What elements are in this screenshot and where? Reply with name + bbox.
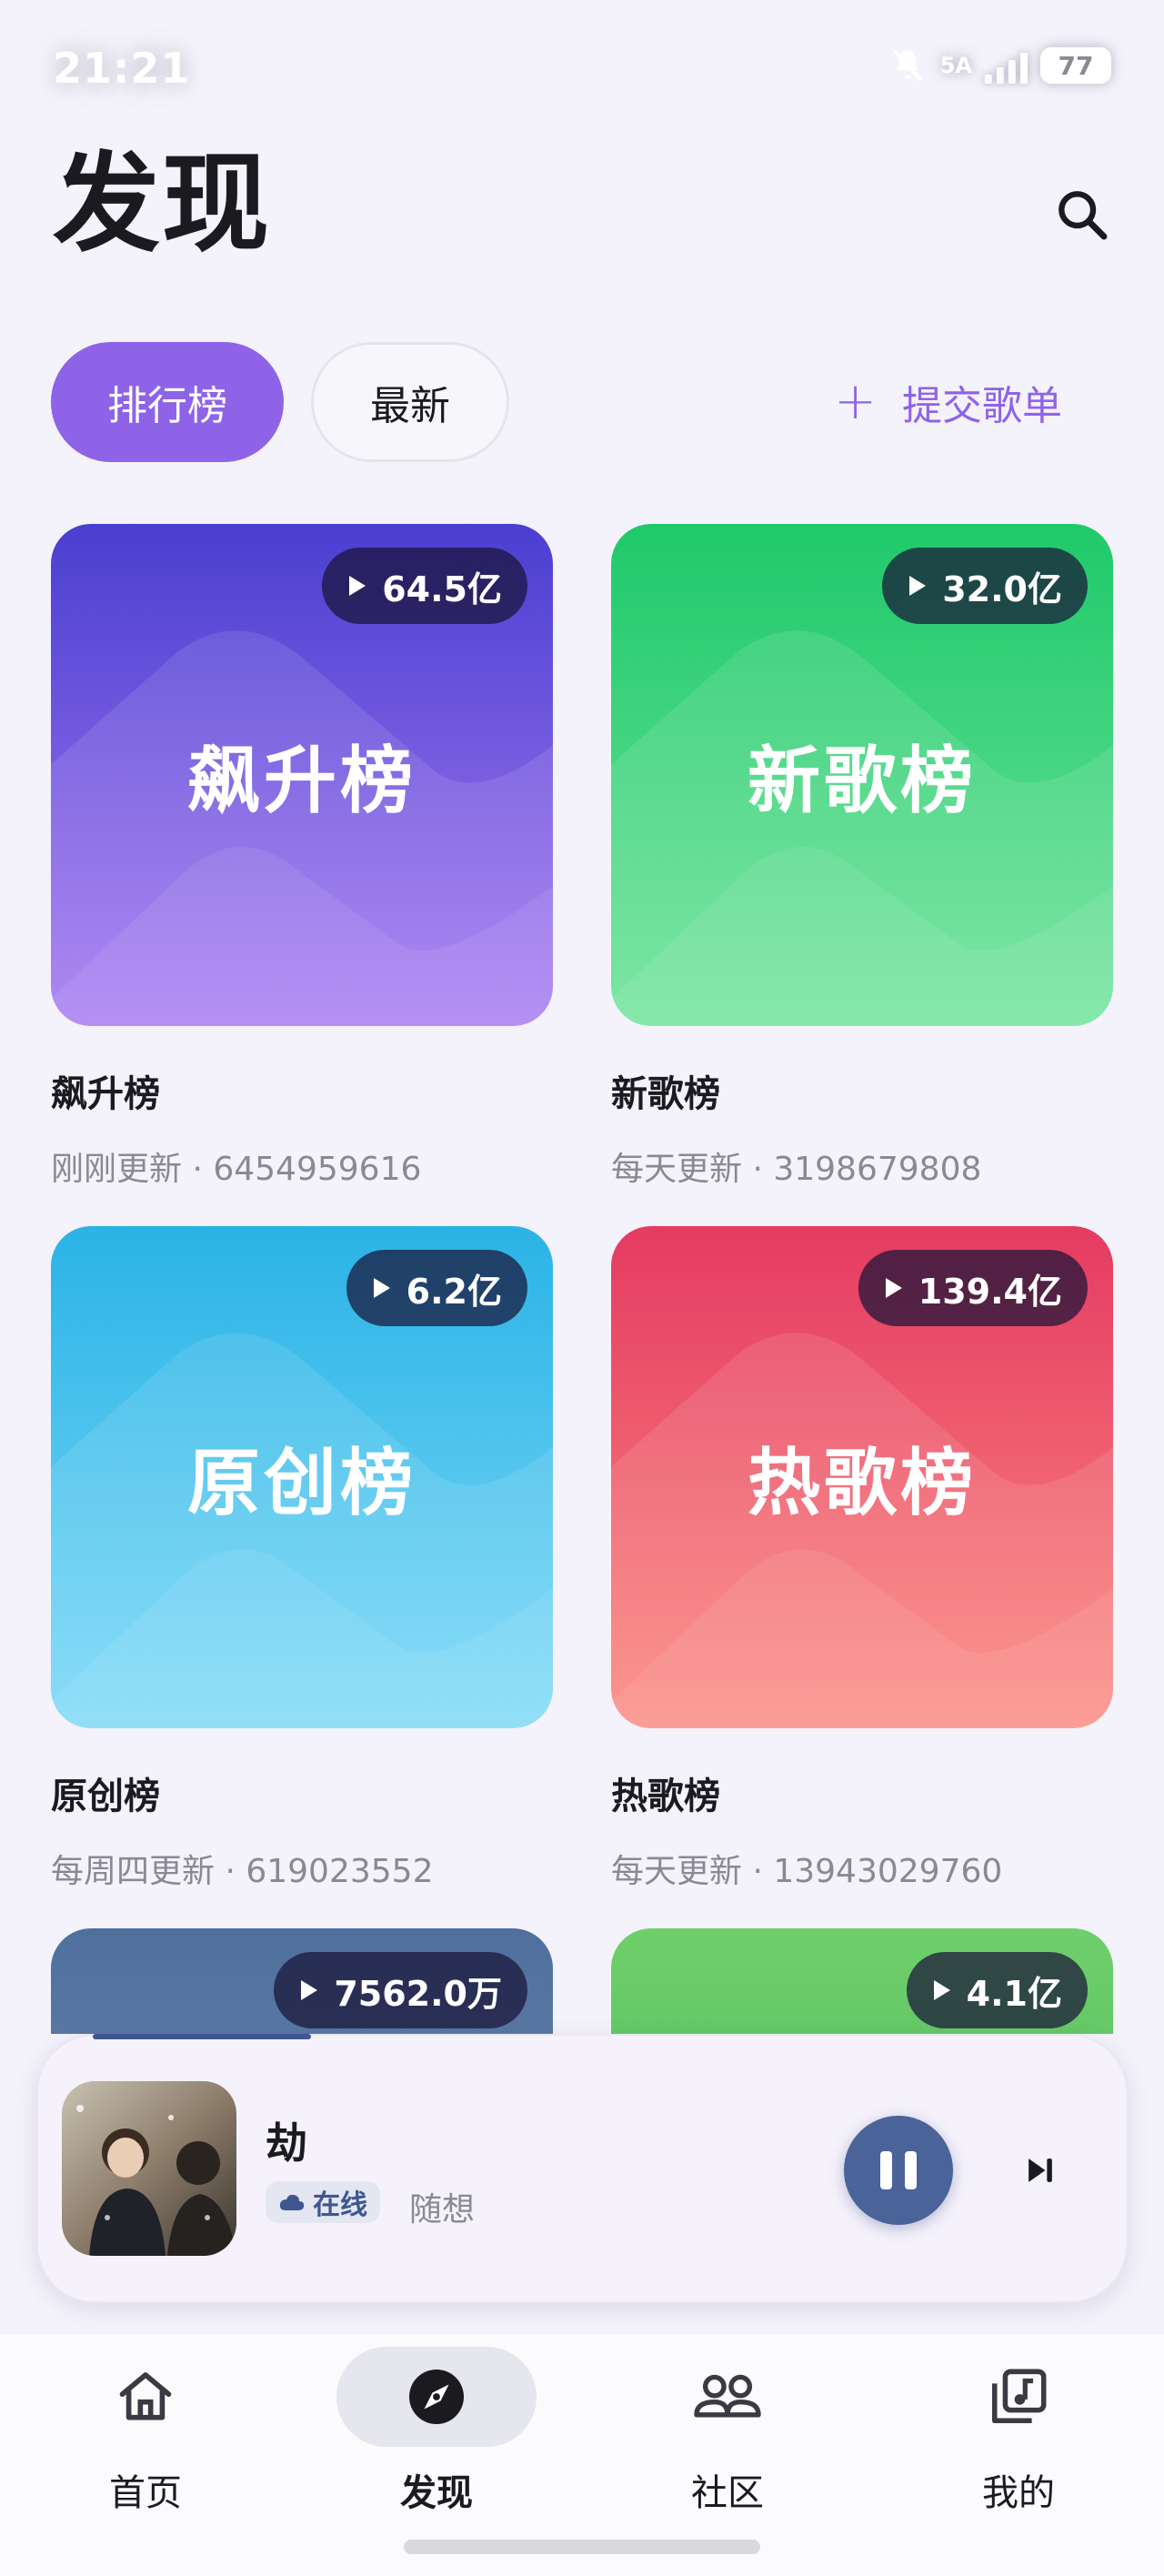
chart-card[interactable]: 7562.0万 <box>51 1928 553 2034</box>
chart-meta: 每天更新 · 3198679808 <box>611 1151 982 1188</box>
play-count-badge: 7562.0万 <box>274 1952 527 2028</box>
chart-card[interactable]: 原创榜 6.2亿 原创榜 每周四更新 · 619023552 <box>51 1226 553 1892</box>
nav-label: 社区 <box>691 2472 764 2514</box>
plus-icon: + <box>834 372 877 431</box>
playback-progress-bar <box>93 2034 311 2039</box>
chart-cover[interactable]: 4.1亿 <box>611 1928 1113 2034</box>
play-count: 4.1亿 <box>966 1973 1062 2014</box>
tab-bar: 排行榜 最新 <box>51 342 509 462</box>
status-icons: 5A 77 <box>888 45 1111 86</box>
play-count-badge: 6.2亿 <box>346 1250 527 1326</box>
tab-latest[interactable]: 最新 <box>311 342 509 462</box>
people-icon <box>694 2374 761 2418</box>
home-icon <box>119 2372 172 2420</box>
play-count: 6.2亿 <box>406 1271 502 1312</box>
chart-name: 原创榜 <box>51 1776 160 1817</box>
play-count-badge: 4.1亿 <box>906 1952 1088 2028</box>
status-time: 21:21 <box>53 44 191 93</box>
page-title: 发现 <box>53 141 272 267</box>
play-count: 139.4亿 <box>918 1271 1062 1312</box>
music-library-icon <box>991 2369 1047 2424</box>
chart-name: 热歌榜 <box>611 1776 720 1817</box>
nav-label: 发现 <box>400 2472 473 2514</box>
artist-name: 随想 <box>409 2191 476 2229</box>
chart-grid: 飙升榜 64.5亿 飙升榜 刚刚更新 · 6454959616 新歌榜 32.0… <box>51 524 1113 2034</box>
chart-name: 飙升榜 <box>51 1073 160 1115</box>
nav-item-mine[interactable]: 我的 <box>918 2347 1119 2538</box>
nav-item-community[interactable]: 社区 <box>627 2347 828 2538</box>
chart-card[interactable]: 新歌榜 32.0亿 新歌榜 每天更新 · 3198679808 <box>611 524 1113 1190</box>
play-count-badge: 32.0亿 <box>882 548 1088 624</box>
skip-next-icon <box>1029 2158 1052 2182</box>
search-icon <box>1059 191 1108 240</box>
home-indicator[interactable] <box>404 2540 760 2554</box>
nav-item-discover[interactable]: 发现 <box>336 2347 537 2538</box>
chart-cover[interactable]: 新歌榜 32.0亿 <box>611 524 1113 1026</box>
mini-player[interactable]: 劫 在线 随想 <box>36 2034 1128 2303</box>
compass-icon <box>409 2370 464 2424</box>
skip-next-button[interactable] <box>1013 2143 1068 2198</box>
pause-button[interactable] <box>844 2116 953 2225</box>
play-icon <box>301 1980 318 2000</box>
play-icon <box>349 576 366 596</box>
play-count: 7562.0万 <box>334 1973 502 2014</box>
submit-playlist-label: 提交歌单 <box>902 383 1062 429</box>
chart-cover[interactable]: 飙升榜 64.5亿 <box>51 524 553 1026</box>
network-type: 5A <box>939 53 972 78</box>
album-art[interactable] <box>62 2081 236 2256</box>
submit-playlist-button[interactable]: + 提交歌单 <box>834 364 1062 440</box>
chart-meta: 刚刚更新 · 6454959616 <box>51 1151 422 1188</box>
chart-meta: 每天更新 · 13943029760 <box>611 1853 1003 1890</box>
chart-cover[interactable]: 热歌榜 139.4亿 <box>611 1226 1113 1728</box>
album-art-image <box>62 2081 236 2256</box>
song-title: 劫 <box>266 2118 307 2168</box>
chart-name: 新歌榜 <box>611 1073 720 1115</box>
nav-label: 我的 <box>982 2472 1055 2514</box>
nav-label: 首页 <box>109 2472 182 2514</box>
play-count: 32.0亿 <box>942 569 1062 609</box>
signal-icon <box>985 47 1028 84</box>
tab-ranking[interactable]: 排行榜 <box>51 342 284 462</box>
play-count-badge: 139.4亿 <box>858 1250 1088 1326</box>
battery-icon: 77 <box>1040 47 1111 84</box>
status-bar: 21:21 5A 77 <box>0 0 1164 136</box>
nav-item-home[interactable]: 首页 <box>45 2347 246 2538</box>
play-icon <box>373 1278 390 1298</box>
play-count: 64.5亿 <box>382 569 502 609</box>
play-icon <box>933 1980 950 2000</box>
chart-meta: 每周四更新 · 619023552 <box>51 1853 434 1890</box>
source-badge: 在线 <box>266 2181 380 2223</box>
mute-bell-icon <box>892 49 922 82</box>
chart-card[interactable]: 飙升榜 64.5亿 飙升榜 刚刚更新 · 6454959616 <box>51 524 553 1190</box>
chart-card[interactable]: 4.1亿 <box>611 1928 1113 2034</box>
chart-card[interactable]: 热歌榜 139.4亿 热歌榜 每天更新 · 13943029760 <box>611 1226 1113 1892</box>
chart-cover[interactable]: 原创榜 6.2亿 <box>51 1226 553 1728</box>
chart-cover[interactable]: 7562.0万 <box>51 1928 553 2034</box>
cloud-icon <box>279 2194 305 2210</box>
source-label: 在线 <box>313 2189 367 2221</box>
play-icon <box>909 576 927 596</box>
play-icon <box>885 1278 902 1298</box>
play-count-badge: 64.5亿 <box>322 548 527 624</box>
pause-icon <box>880 2151 917 2189</box>
search-button[interactable] <box>1046 178 1119 251</box>
